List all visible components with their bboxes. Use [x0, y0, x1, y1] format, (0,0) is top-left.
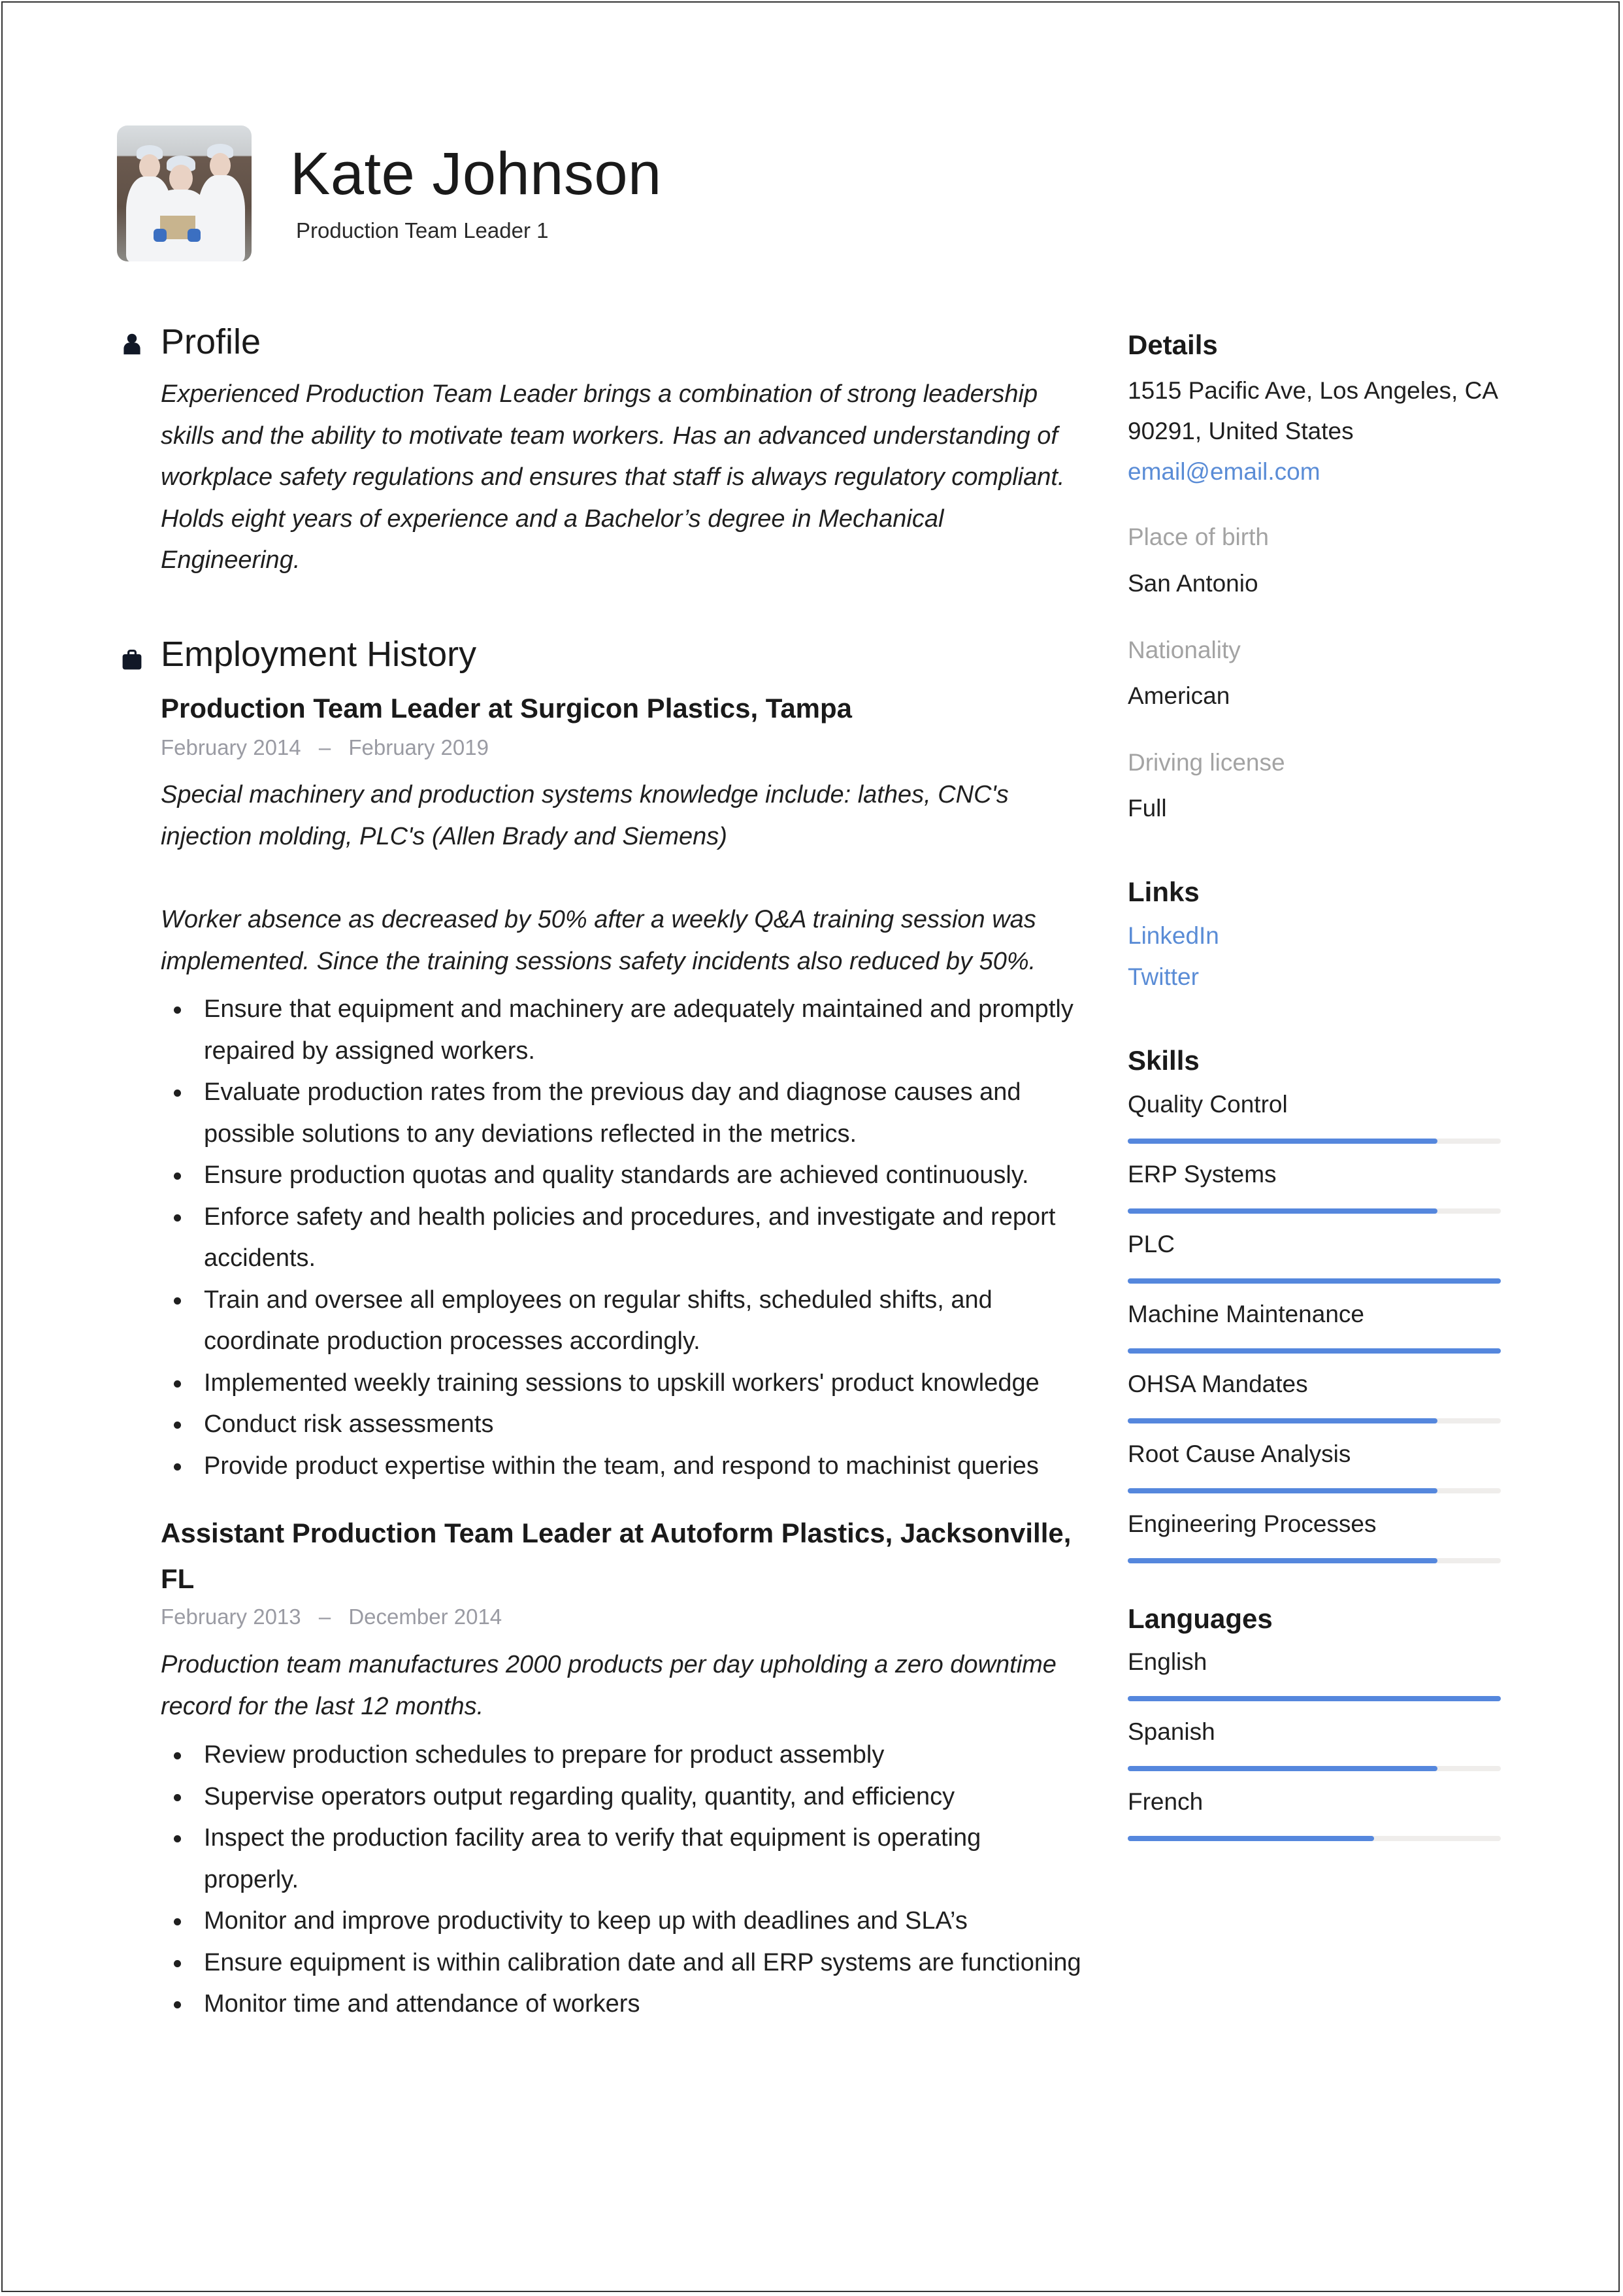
- skill-level-fill: [1128, 1488, 1437, 1493]
- job-responsibilities: Review production schedules to prepare f…: [161, 1735, 1082, 2025]
- candidate-job-title: Production Team Leader 1: [296, 218, 549, 242]
- job-title: Production Team Leader at Surgicon Plast…: [161, 693, 853, 724]
- skill-name: OHSA Mandates: [1128, 1371, 1308, 1397]
- job-responsibilities: Ensure that equipment and machinery are …: [161, 989, 1082, 1487]
- profile-photo: [117, 125, 252, 261]
- list-item: Implemented weekly training sessions to …: [161, 1363, 1082, 1405]
- skill-name: Engineering Processes: [1128, 1510, 1377, 1537]
- language-level-bar: [1128, 1836, 1501, 1841]
- twitter-link[interactable]: Twitter: [1128, 963, 1199, 991]
- place-of-birth-value: San Antonio: [1128, 570, 1258, 597]
- linkedin-link[interactable]: LinkedIn: [1128, 922, 1219, 950]
- skill-level-fill: [1128, 1278, 1501, 1284]
- skill-name: ERP Systems: [1128, 1161, 1277, 1188]
- profile-heading: Profile: [161, 322, 261, 361]
- address-line-2: 90291, United States: [1128, 418, 1354, 444]
- skill-name: Machine Maintenance: [1128, 1301, 1364, 1327]
- date-separator: –: [318, 1605, 331, 1629]
- list-item: Evaluate production rates from the previ…: [161, 1072, 1082, 1155]
- candidate-name: Kate Johnson: [290, 141, 662, 207]
- language-name: Spanish: [1128, 1718, 1215, 1745]
- skill-level-bar: [1128, 1558, 1501, 1563]
- skill-level-fill: [1128, 1418, 1437, 1423]
- skill-level-fill: [1128, 1139, 1437, 1144]
- job-dates: February 2013 – December 2014: [161, 1605, 502, 1629]
- nationality-value: American: [1128, 682, 1230, 709]
- skill-name: Quality Control: [1128, 1091, 1288, 1118]
- language-level-fill: [1128, 1696, 1501, 1701]
- list-item: Train and oversee all employees on regul…: [161, 1280, 1082, 1363]
- list-item: Monitor time and attendance of workers: [161, 1984, 1082, 2025]
- list-item: Ensure production quotas and quality sta…: [161, 1155, 1082, 1197]
- skill-level-bar: [1128, 1348, 1501, 1354]
- language-name: French: [1128, 1788, 1204, 1815]
- person-icon: [123, 333, 140, 355]
- skill-level-fill: [1128, 1348, 1501, 1354]
- skill-level-fill: [1128, 1208, 1437, 1214]
- list-item: Ensure equipment is within calibration d…: [161, 1942, 1082, 1984]
- skill-name: Root Cause Analysis: [1128, 1440, 1351, 1467]
- job-end-date: December 2014: [348, 1605, 502, 1629]
- job-start-date: February 2014: [161, 735, 301, 759]
- list-item: Review production schedules to prepare f…: [161, 1735, 1082, 1776]
- links-heading: Links: [1128, 876, 1200, 907]
- job-title: Assistant Production Team Leader at Auto…: [161, 1518, 1072, 1594]
- language-name: English: [1128, 1648, 1207, 1675]
- date-separator: –: [318, 735, 331, 759]
- skill-name: PLC: [1128, 1231, 1175, 1257]
- skills-heading: Skills: [1128, 1045, 1200, 1076]
- job-description: Worker absence as decreased by 50% after…: [161, 906, 1036, 975]
- job-end-date: February 2019: [348, 735, 489, 759]
- place-of-birth-label: Place of birth: [1128, 524, 1269, 550]
- list-item: Conduct risk assessments: [161, 1404, 1082, 1446]
- language-level-fill: [1128, 1766, 1437, 1771]
- list-item: Ensure that equipment and machinery are …: [161, 989, 1082, 1072]
- skill-level-bar: [1128, 1418, 1501, 1423]
- job-dates: February 2014 – February 2019: [161, 735, 489, 760]
- language-level-fill: [1128, 1836, 1374, 1841]
- list-item: Supervise operators output regarding qua…: [161, 1776, 1082, 1818]
- driving-license-value: Full: [1128, 795, 1167, 822]
- list-item: Provide product expertise within the tea…: [161, 1446, 1082, 1488]
- skill-level-bar: [1128, 1278, 1501, 1284]
- language-level-bar: [1128, 1696, 1501, 1701]
- job-start-date: February 2013: [161, 1605, 301, 1629]
- skill-level-bar: [1128, 1488, 1501, 1493]
- skill-level-bar: [1128, 1208, 1501, 1214]
- nationality-label: Nationality: [1128, 637, 1241, 663]
- list-item: Inspect the production facility area to …: [161, 1818, 1082, 1901]
- languages-heading: Languages: [1128, 1603, 1273, 1634]
- resume-page: Kate Johnson Production Team Leader 1 Pr…: [1, 1, 1620, 2292]
- list-item: Enforce safety and health policies and p…: [161, 1197, 1082, 1280]
- address-line-1: 1515 Pacific Ave, Los Angeles, CA: [1128, 377, 1499, 404]
- job-description: Special machinery and production systems…: [161, 781, 1009, 850]
- language-level-bar: [1128, 1766, 1501, 1771]
- details-heading: Details: [1128, 329, 1218, 360]
- job-description: Production team manufactures 2000 produc…: [161, 1651, 1057, 1720]
- driving-license-label: Driving license: [1128, 749, 1285, 776]
- skill-level-fill: [1128, 1558, 1437, 1563]
- employment-heading: Employment History: [161, 635, 477, 674]
- skill-level-bar: [1128, 1139, 1501, 1144]
- briefcase-icon: [122, 649, 142, 670]
- email-link[interactable]: email@email.com: [1128, 458, 1320, 486]
- profile-summary: Experienced Production Team Leader bring…: [161, 380, 1065, 574]
- list-item: Monitor and improve productivity to keep…: [161, 1901, 1082, 1942]
